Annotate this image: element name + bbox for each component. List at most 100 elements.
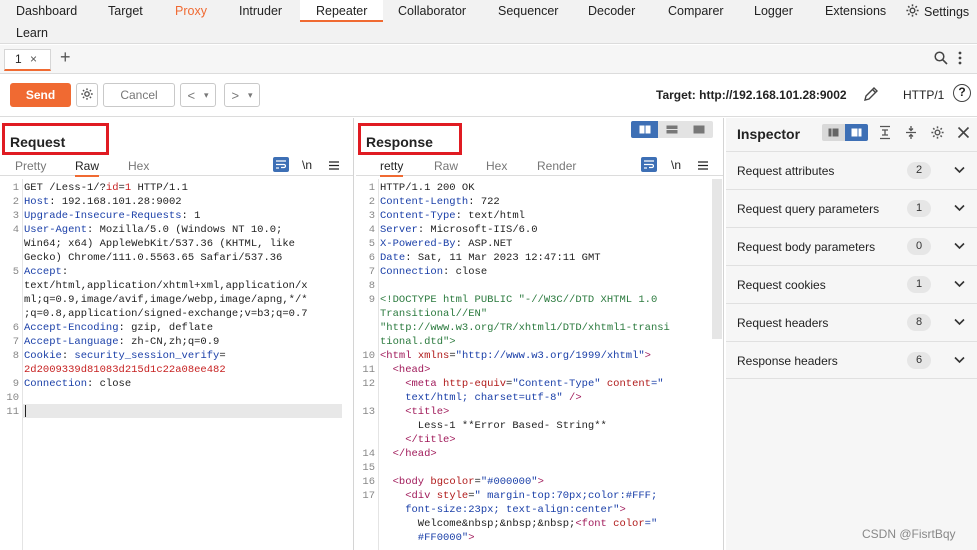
chevron-down-icon[interactable] xyxy=(954,201,965,215)
menu-tab-learn[interactable]: Learn xyxy=(16,22,48,44)
word-wrap-toggle[interactable] xyxy=(273,157,289,172)
code-line: Win64; x64) AppleWebKit/537.36 (KHTML, l… xyxy=(24,237,295,251)
repeater-tab-strip: 1 × + xyxy=(0,45,977,74)
code-token: <head> xyxy=(380,364,431,376)
response-scrollbar[interactable] xyxy=(712,179,722,339)
menu-tab-intruder[interactable]: Intruder xyxy=(239,0,282,22)
inspector-layout-toggle[interactable] xyxy=(822,124,868,141)
code-token: id xyxy=(105,182,119,194)
help-icon[interactable]: ? xyxy=(953,84,971,102)
code-token: "http://www.w3.org/1999/xhtml" xyxy=(455,350,645,362)
code-token: security_session_verify xyxy=(74,350,220,362)
inspector-row-request-query-parameters[interactable]: Request query parameters 1 xyxy=(726,189,977,227)
single-view-button[interactable] xyxy=(685,121,713,138)
close-icon[interactable] xyxy=(957,126,970,142)
line-number: 11 xyxy=(362,364,375,376)
chevron-down-icon[interactable] xyxy=(954,353,965,367)
code-line: 2d2009339d81083d215d1c22a08ee482 xyxy=(24,363,226,377)
menu-tab-extensions[interactable]: Extensions xyxy=(825,0,886,22)
forward-dropdown-icon[interactable]: ▾ xyxy=(248,90,253,101)
cancel-button[interactable]: Cancel xyxy=(103,83,175,107)
chevron-down-icon[interactable] xyxy=(954,277,965,291)
send-button[interactable]: Send xyxy=(10,83,71,107)
inspector-row-response-headers[interactable]: Response headers 6 xyxy=(726,341,977,379)
inspector-row-request-cookies[interactable]: Request cookies 1 xyxy=(726,265,977,303)
request-tab-raw[interactable]: Raw xyxy=(75,159,100,177)
chevron-down-icon[interactable] xyxy=(954,239,965,253)
inspector-row-count: 0 xyxy=(907,238,931,255)
gear-icon[interactable] xyxy=(930,125,945,143)
request-editor[interactable]: 1 GET /Less-1/?id=1 HTTP/1.1 2 Host: 192.16… xyxy=(0,179,353,550)
code-token: GET /Less-1/? xyxy=(24,182,106,194)
code-token: ml;q=0.9,image/avif,image/webp,image/apn… xyxy=(24,294,308,306)
inspector-row-label: Request query parameters xyxy=(737,202,880,216)
menu-tab-dashboard[interactable]: Dashboard xyxy=(16,0,77,22)
chevron-down-icon[interactable] xyxy=(954,315,965,329)
menu-tab-proxy[interactable]: Proxy xyxy=(175,0,207,22)
inspector-row-request-headers[interactable]: Request headers 8 xyxy=(726,303,977,341)
settings-button[interactable]: Settings xyxy=(905,2,969,22)
response-tab-pretty[interactable]: retty xyxy=(380,159,404,177)
line-number: 5 xyxy=(12,266,19,278)
word-wrap-toggle[interactable] xyxy=(641,157,657,172)
menu-tab-target[interactable]: Target xyxy=(108,0,143,22)
response-editor[interactable]: 1 HTTP/1.1 200 OK 2 Content-Length: 722 3 Con… xyxy=(356,179,723,550)
request-menu-icon[interactable] xyxy=(329,158,339,173)
repeater-tab-1[interactable]: 1 × xyxy=(4,49,51,71)
watermark-text: CSDN @FisrtBqy xyxy=(862,527,956,541)
menu-tab-decoder[interactable]: Decoder xyxy=(588,0,635,22)
code-token: User-Agent xyxy=(24,224,88,236)
code-line: Content-Length: 722 xyxy=(380,195,500,209)
split-vertical-view-button[interactable] xyxy=(658,121,686,138)
inspector-row-request-body-parameters[interactable]: Request body parameters 0 xyxy=(726,227,977,265)
code-line: </title> xyxy=(380,433,455,447)
menu-tab-logger[interactable]: Logger xyxy=(754,0,793,22)
forward-arrow-icon: > xyxy=(231,87,240,103)
code-line: Transitional//EN" xyxy=(380,307,487,321)
sort-icon[interactable] xyxy=(878,125,892,143)
layout-toggle[interactable] xyxy=(631,121,713,138)
show-newlines-toggle[interactable]: \n xyxy=(671,158,681,172)
code-line: "http://www.w3.org/TR/xhtml1/DTD/xhtml1-… xyxy=(380,321,670,335)
response-tab-render[interactable]: Render xyxy=(537,159,576,173)
inspector-expanded-view-button[interactable] xyxy=(845,124,868,141)
menu-tab-collaborator[interactable]: Collaborator xyxy=(398,0,466,22)
target-url: Target: http://192.168.101.28:9002 xyxy=(656,88,847,102)
line-number: 10 xyxy=(362,350,375,362)
back-button[interactable]: < ▾ xyxy=(180,83,216,107)
response-tab-hex[interactable]: Hex xyxy=(486,159,507,173)
edit-target-icon[interactable] xyxy=(862,85,880,106)
more-options-icon[interactable] xyxy=(958,51,962,68)
response-view-tabs: retty Raw Hex Render \n xyxy=(356,156,723,177)
inspector-collapsed-view-button[interactable] xyxy=(822,124,845,141)
inspector-row-request-attributes[interactable]: Request attributes 2 xyxy=(726,151,977,189)
request-tab-hex[interactable]: Hex xyxy=(128,159,149,173)
back-dropdown-icon[interactable]: ▾ xyxy=(204,90,209,101)
menu-tab-comparer[interactable]: Comparer xyxy=(668,0,724,22)
response-tab-raw[interactable]: Raw xyxy=(434,159,458,173)
request-view-tabs: Pretty Raw Hex \n xyxy=(0,156,353,177)
chevron-down-icon[interactable] xyxy=(954,163,965,177)
code-line: Upgrade-Insecure-Requests: 1 xyxy=(24,209,200,223)
show-newlines-toggle[interactable]: \n xyxy=(302,158,312,172)
response-menu-icon[interactable] xyxy=(698,158,708,173)
menu-tab-repeater[interactable]: Repeater xyxy=(300,0,384,22)
text-cursor xyxy=(25,405,26,417)
add-tab-icon[interactable]: + xyxy=(60,47,71,68)
code-line: Host: 192.168.101.28:9002 xyxy=(24,195,182,209)
split-horizontal-view-button[interactable] xyxy=(631,121,659,138)
send-options-button[interactable] xyxy=(76,83,98,107)
collapse-all-icon[interactable] xyxy=(904,125,918,143)
request-tab-pretty[interactable]: Pretty xyxy=(15,159,46,173)
code-token: <div xyxy=(380,490,437,502)
code-line: ;q=0.8,application/signed-exchange;v=b3;… xyxy=(24,307,308,321)
code-token: "Content-Type" xyxy=(512,378,601,390)
forward-button[interactable]: > ▾ xyxy=(224,83,260,107)
http-version-toggle[interactable]: HTTP/1 xyxy=(903,88,944,102)
code-token: content xyxy=(600,378,651,390)
search-icon[interactable] xyxy=(934,51,948,68)
close-tab-icon[interactable]: × xyxy=(30,50,37,69)
code-token: Host xyxy=(24,196,50,208)
menu-tab-sequencer[interactable]: Sequencer xyxy=(498,0,558,22)
request-panel: Request Pretty Raw Hex \n 1 GET /Less-1/?… xyxy=(0,118,354,550)
